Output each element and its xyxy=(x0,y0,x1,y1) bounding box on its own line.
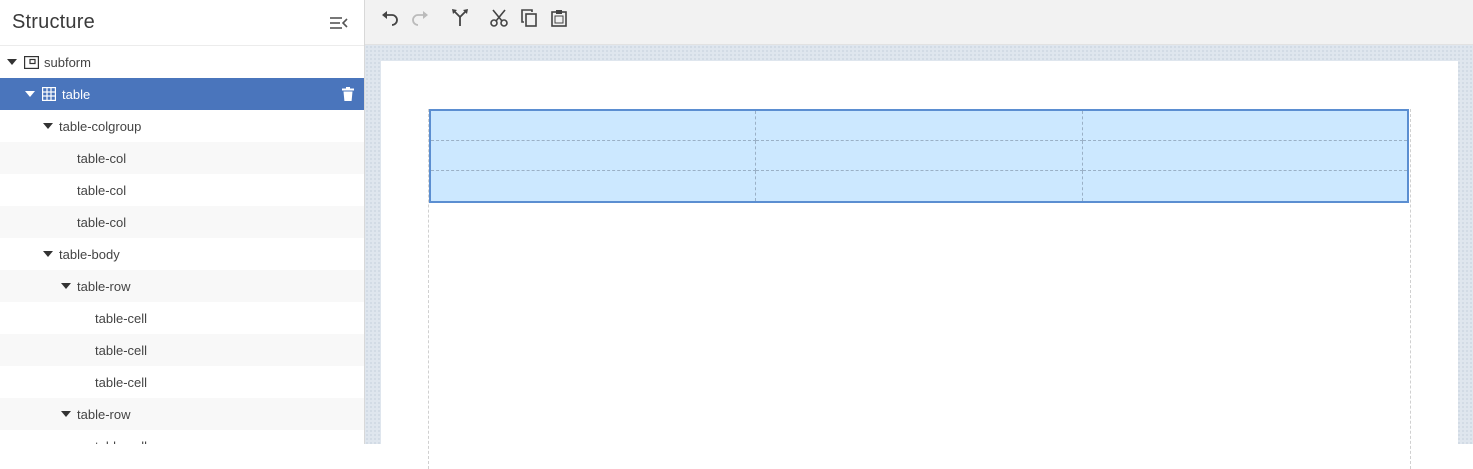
expand-caret-icon[interactable] xyxy=(58,283,74,289)
tree-item-subform[interactable]: subform xyxy=(0,46,364,78)
tree-item-label: subform xyxy=(44,54,91,70)
tree-item-label: table-row xyxy=(77,406,131,422)
tree-item-table-col[interactable]: table-col xyxy=(0,206,364,238)
tree-item-table-row[interactable]: table-row xyxy=(0,398,364,430)
tree-item-table-col[interactable]: table-col xyxy=(0,174,364,206)
panel-title: Structure xyxy=(12,11,95,33)
tree-item-table-colgroup[interactable]: table-colgroup xyxy=(0,110,364,142)
expand-caret-icon[interactable] xyxy=(22,91,38,97)
structure-panel: Structure subform table table-colgroup tabl… xyxy=(0,0,365,444)
expand-caret-icon[interactable] xyxy=(40,123,56,129)
tree-item-label: table-colgroup xyxy=(59,118,142,134)
tree-item-label: table-col xyxy=(77,214,127,230)
table-grid-icon xyxy=(41,86,57,102)
table-cell[interactable] xyxy=(756,111,1083,141)
expand-caret-icon[interactable] xyxy=(58,411,74,417)
tree-item-table-body[interactable]: table-body xyxy=(0,238,364,270)
tree-item-table-cell[interactable]: table-cell xyxy=(0,302,364,334)
tree-item-label: table-row xyxy=(77,278,131,294)
tree-item-table-cell[interactable]: table-cell xyxy=(0,366,364,398)
tree-item-label: table-body xyxy=(59,246,120,262)
undo-icon[interactable] xyxy=(379,7,401,29)
tree-item-label: table xyxy=(62,86,91,102)
delete-icon[interactable] xyxy=(342,87,354,101)
tree-item-table-cell[interactable]: table-cell xyxy=(0,334,364,366)
table-cell[interactable] xyxy=(431,171,756,201)
table-cell[interactable] xyxy=(431,111,756,141)
tree-item-label: table-cell xyxy=(95,439,147,445)
table-cell[interactable] xyxy=(1083,111,1407,141)
copy-icon[interactable] xyxy=(518,7,540,29)
structure-header: Structure xyxy=(0,0,364,46)
editor-toolbar xyxy=(365,0,1473,45)
collapse-panel-icon[interactable] xyxy=(328,12,350,34)
tree-item-table-row[interactable]: table-row xyxy=(0,270,364,302)
subform-icon xyxy=(23,54,39,70)
table-cell[interactable] xyxy=(756,141,1083,171)
table-cell[interactable] xyxy=(1083,141,1407,171)
form-page xyxy=(381,61,1458,469)
tree-item-label: table-col xyxy=(77,150,127,166)
tree-item-table[interactable]: table xyxy=(0,78,364,110)
table-cell[interactable] xyxy=(756,171,1083,201)
redo-icon xyxy=(409,7,431,29)
design-canvas xyxy=(365,45,1473,469)
tree-item-table-col[interactable]: table-col xyxy=(0,142,364,174)
tree-item-label: table-cell xyxy=(95,342,148,358)
tree-item-table-cell[interactable]: table-cell xyxy=(0,430,364,445)
paste-icon[interactable] xyxy=(548,7,570,29)
table-cell[interactable] xyxy=(431,141,756,171)
table-cell[interactable] xyxy=(1083,171,1407,201)
design-table[interactable] xyxy=(429,109,1409,203)
merge-icon[interactable] xyxy=(449,7,471,29)
tree-item-label: table-cell xyxy=(95,374,148,390)
structure-tree: subform table table-colgroup table-col table… xyxy=(0,46,364,444)
cut-icon[interactable] xyxy=(488,7,510,29)
expand-caret-icon[interactable] xyxy=(4,59,20,65)
expand-caret-icon[interactable] xyxy=(40,251,56,257)
tree-item-label: table-cell xyxy=(95,310,148,326)
tree-item-label: table-col xyxy=(77,182,127,198)
